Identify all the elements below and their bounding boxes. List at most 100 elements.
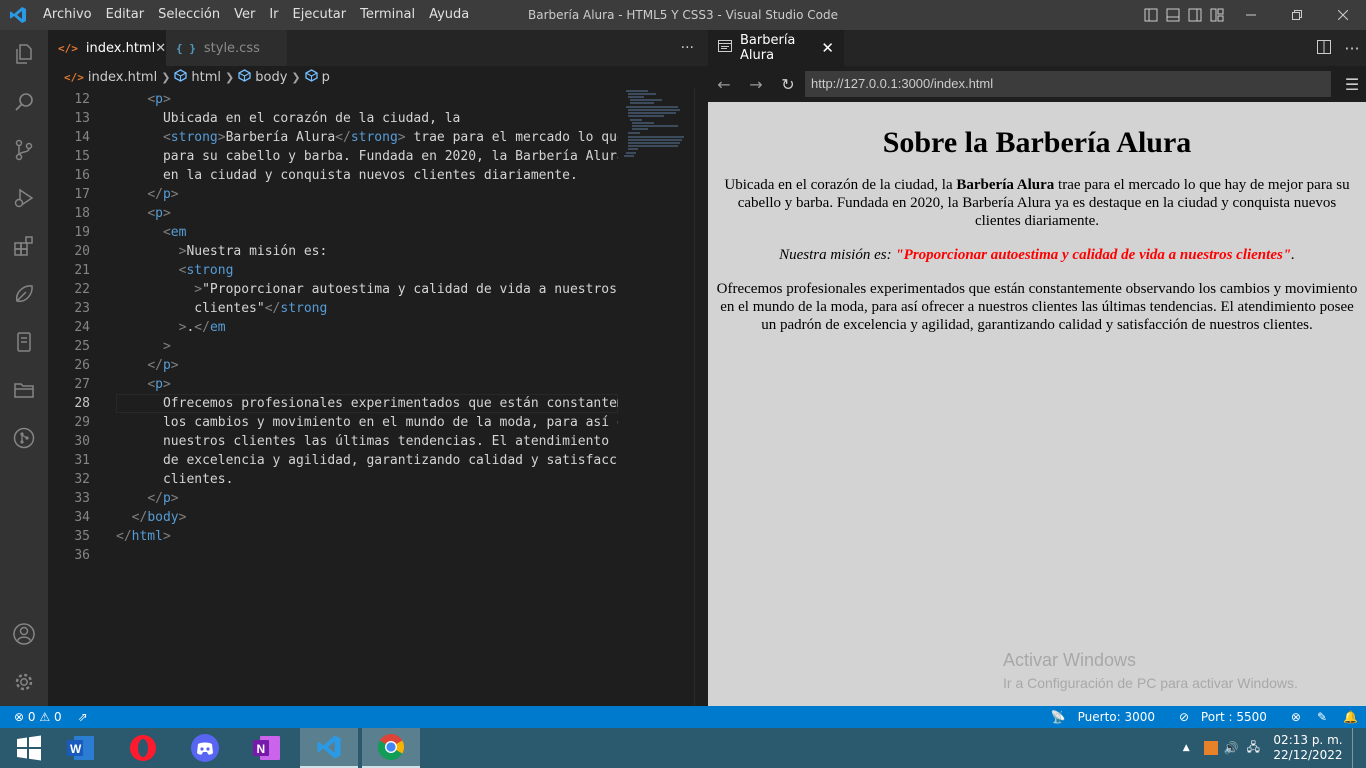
line-code: >	[162, 339, 171, 354]
live-share-icon[interactable]	[0, 270, 48, 318]
url-bar[interactable]: http://127.0.0.1:3000/index.html	[805, 71, 1331, 97]
code-line[interactable]: 30 nuestros clientes las últimas tendenc…	[48, 432, 618, 451]
menu-ejecutar[interactable]: Ejecutar	[286, 0, 354, 30]
code-line[interactable]: 17 </p>	[48, 185, 618, 204]
remote-explorer-icon[interactable]	[0, 318, 48, 366]
code-line[interactable]: 22 >"Proporcionar autoestima y calidad d…	[48, 280, 618, 299]
breadcrumb-item-html[interactable]: html	[191, 70, 221, 85]
folder-icon[interactable]	[0, 366, 48, 414]
code-line[interactable]: 24 >.</em	[48, 318, 618, 337]
onenote-icon[interactable]: N	[238, 728, 296, 768]
code-line[interactable]: 26 </p>	[48, 356, 618, 375]
tray-app-icon[interactable]	[1203, 741, 1218, 755]
start-icon[interactable]	[0, 728, 58, 768]
settings-gear-icon[interactable]	[0, 658, 48, 706]
more-actions-icon[interactable]: ···	[1338, 39, 1366, 58]
toggle-panel-icon[interactable]	[1162, 0, 1184, 30]
breadcrumb-item-p[interactable]: p	[322, 70, 330, 85]
code-line[interactable]: 34 </body>	[48, 508, 618, 527]
git-graph-icon[interactable]	[0, 414, 48, 462]
line-code: Ofrecemos profesionales experimentados q…	[116, 396, 618, 411]
code-line[interactable]: 32 clientes.	[48, 470, 618, 489]
forward-arrow-icon[interactable]: →	[740, 75, 772, 94]
line-number: 36	[74, 548, 90, 563]
more-actions-icon[interactable]: ···	[681, 30, 694, 66]
line-number: 27	[74, 377, 90, 392]
line-code: en la ciudad y conquista nuevos clientes…	[116, 168, 578, 183]
code-line[interactable]: 29 los cambios y movimiento en el mundo …	[48, 413, 618, 432]
discord-icon[interactable]	[176, 728, 234, 768]
account-icon[interactable]	[0, 610, 48, 658]
chrome-icon[interactable]	[362, 728, 420, 768]
menu-ayuda[interactable]: Ayuda	[422, 0, 476, 30]
code-line[interactable]: 33 </p>	[48, 489, 618, 508]
minimize-icon[interactable]	[1228, 0, 1274, 30]
line-code: de excelencia y agilidad, garantizando c…	[116, 453, 618, 468]
preview-tabs: Barbería Alura ✕ ···	[708, 30, 1366, 66]
opera-icon[interactable]	[114, 728, 172, 768]
code-line[interactable]: 14 <strong>Barbería Alura</strong> trae …	[48, 128, 618, 147]
code-line[interactable]: 35 </html>	[48, 527, 618, 546]
close-window-icon[interactable]	[1320, 0, 1366, 30]
search-icon[interactable]	[0, 78, 48, 126]
code-line[interactable]: 20 >Nuestra misión es:	[48, 242, 618, 261]
reload-icon[interactable]: ↻	[772, 75, 804, 94]
show-desktop-button[interactable]	[1352, 728, 1366, 768]
breadcrumb-item-body[interactable]: body	[255, 70, 287, 85]
split-editor-icon[interactable]	[1310, 39, 1338, 58]
code-line[interactable]: 23 clientes"</strong	[48, 299, 618, 318]
code-line[interactable]: 36	[48, 546, 618, 565]
network-icon[interactable]: 🖧	[1247, 738, 1260, 759]
code-line[interactable]: 15 para su cabello y barba. Fundada en 2…	[48, 147, 618, 166]
live-share-status-icon[interactable]: ⇗	[78, 710, 88, 724]
close-tab-icon[interactable]: ✕	[155, 41, 166, 56]
breadcrumb-item-file[interactable]: index.html	[88, 70, 157, 85]
menu-terminal[interactable]: Terminal	[353, 0, 422, 30]
restore-icon[interactable]	[1274, 0, 1320, 30]
code-line[interactable]: 12 <p>	[48, 90, 618, 109]
code-line[interactable]: 21 <strong	[48, 261, 618, 280]
close-tab-icon[interactable]: ✕	[821, 39, 834, 57]
remote-icon[interactable]: ⊗	[1283, 710, 1309, 724]
code-line[interactable]: 31 de excelencia y agilidad, garantizand…	[48, 451, 618, 470]
menu-seleccion[interactable]: Selección	[151, 0, 227, 30]
code-line[interactable]: 28 Ofrecemos profesionales experimentado…	[48, 394, 618, 413]
code-line[interactable]: 25 >	[48, 337, 618, 356]
tab-style-css[interactable]: { } style.css	[166, 30, 288, 66]
back-arrow-icon[interactable]: ←	[708, 75, 740, 94]
paragraph-mission: Nuestra misión es: "Proporcionar autoest…	[714, 246, 1360, 264]
editor-scrollbar[interactable]	[694, 88, 708, 706]
port-3000-status[interactable]: 📡 Puerto: 3000	[1043, 710, 1171, 724]
clock[interactable]: 02:13 p. m. 22/12/2022	[1268, 733, 1348, 763]
menu-archivo[interactable]: Archivo	[36, 0, 99, 30]
watermark-subtitle: Ir a Configuración de PC para activar Wi…	[1003, 675, 1298, 691]
code-line[interactable]: 13 Ubicada en el corazón de la ciudad, l…	[48, 109, 618, 128]
notifications-bell-icon[interactable]: 🔔	[1335, 710, 1366, 724]
menu-editar[interactable]: Editar	[99, 0, 152, 30]
show-hidden-icons-icon[interactable]: ▲	[1183, 743, 1190, 753]
minimap[interactable]	[618, 88, 694, 706]
menu-ver[interactable]: Ver	[227, 0, 262, 30]
port-5500-status[interactable]: ⊘ Port : 5500	[1171, 710, 1283, 724]
status-left[interactable]: ⊗ 0 ⚠ 0 ⇗	[0, 710, 88, 724]
tab-index-html[interactable]: </> index.html ✕	[48, 30, 166, 66]
code-line[interactable]: 19 <em	[48, 223, 618, 242]
word-icon[interactable]: W	[52, 728, 110, 768]
extensions-icon[interactable]	[0, 222, 48, 270]
volume-icon[interactable]: 🔊	[1224, 741, 1239, 755]
toggle-secondary-sidebar-icon[interactable]	[1184, 0, 1206, 30]
code-editor[interactable]: 12 <p> 13 Ubicada en el corazón de la ciu…	[48, 88, 618, 706]
feedback-icon[interactable]: ✎	[1309, 710, 1335, 724]
source-control-icon[interactable]	[0, 126, 48, 174]
customize-layout-icon[interactable]	[1206, 0, 1228, 30]
toggle-sidebar-icon[interactable]	[1140, 0, 1162, 30]
vscode-icon[interactable]	[300, 728, 358, 768]
tab-barberia-alura[interactable]: Barbería Alura ✕	[708, 30, 844, 66]
code-line[interactable]: 18 <p>	[48, 204, 618, 223]
code-line[interactable]: 27 <p>	[48, 375, 618, 394]
explorer-icon[interactable]	[0, 30, 48, 78]
code-line[interactable]: 16 en la ciudad y conquista nuevos clien…	[48, 166, 618, 185]
menu-ir[interactable]: Ir	[262, 0, 285, 30]
hamburger-menu-icon[interactable]: ☰	[1338, 75, 1366, 94]
run-debug-icon[interactable]	[0, 174, 48, 222]
